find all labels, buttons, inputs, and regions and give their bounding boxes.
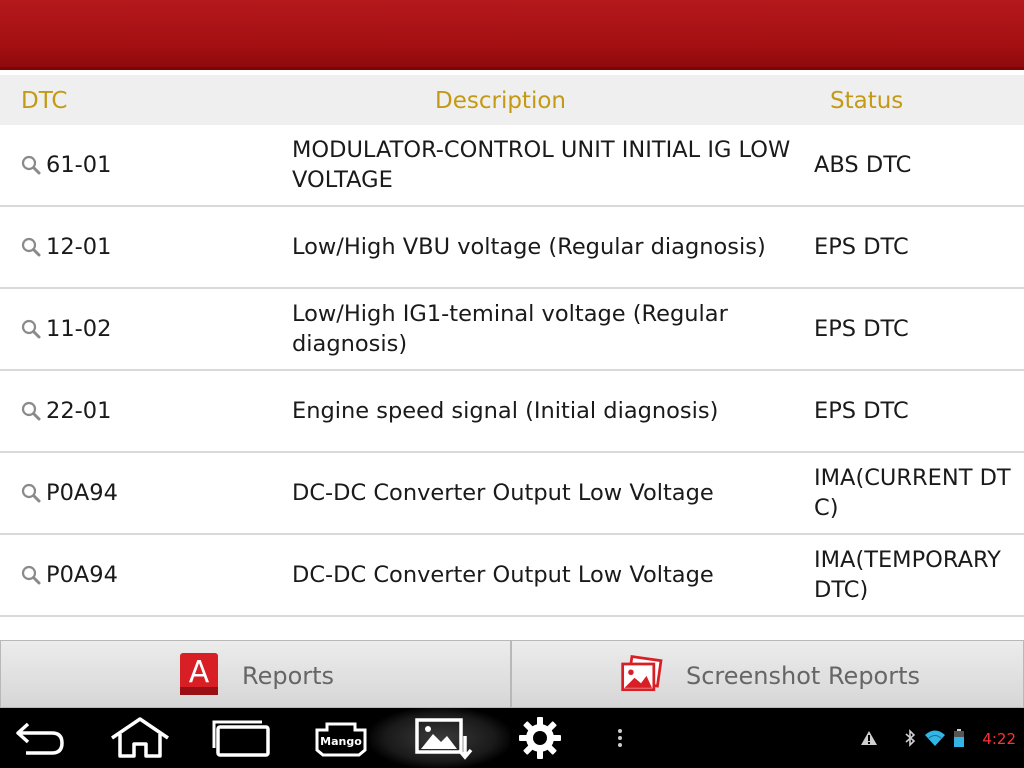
reports-button[interactable]: A Reports (0, 640, 511, 708)
overflow-menu-icon (618, 729, 622, 747)
back-icon (16, 722, 64, 755)
search-icon[interactable] (20, 482, 42, 504)
dtc-status: EPS DTC (814, 316, 909, 342)
search-icon[interactable] (20, 236, 42, 258)
dtc-status: EPS DTC (814, 398, 909, 424)
dtc-description: Low/High IG1-teminal voltage (Regular di… (292, 301, 728, 357)
table-row[interactable]: P0A94 DC-DC Converter Output Low Voltage I… (0, 535, 1024, 617)
recent-apps-button[interactable] (206, 708, 274, 768)
mango-app-button[interactable]: Mango (306, 708, 376, 768)
column-header-description: Description (435, 88, 566, 114)
dtc-status: EPS DTC (814, 234, 909, 260)
title-bar (0, 0, 1024, 70)
dtc-table: 61-01 MODULATOR-CONTROL UNIT INITIAL IG L… (0, 125, 1024, 617)
recent-apps-icon (212, 720, 270, 757)
screenshot-reports-label: Screenshot Reports (686, 662, 921, 690)
dtc-code-cell: 61-01 (20, 125, 280, 205)
dtc-code: 22-01 (46, 398, 112, 424)
warning-icon (861, 731, 877, 745)
column-header-status: Status (830, 88, 904, 114)
search-icon[interactable] (20, 400, 42, 422)
search-icon[interactable] (20, 154, 42, 176)
status-icons (860, 728, 964, 748)
dtc-code-cell: 22-01 (20, 371, 280, 451)
home-icon (111, 717, 169, 758)
reports-a-icon: A (180, 653, 218, 695)
dtc-code: 61-01 (46, 152, 112, 178)
search-icon[interactable] (20, 564, 42, 586)
search-icon[interactable] (20, 318, 42, 340)
table-row[interactable]: 61-01 MODULATOR-CONTROL UNIT INITIAL IG L… (0, 125, 1024, 207)
screenshot-reports-button[interactable]: Screenshot Reports (511, 640, 1024, 708)
wifi-icon (925, 730, 945, 746)
dtc-description: Engine speed signal (Initial diagnosis) (292, 398, 719, 424)
dtc-status: IMA(TEMPORARY DTC) (814, 547, 1001, 603)
dtc-code: P0A94 (46, 562, 118, 588)
dtc-code-cell: 12-01 (20, 207, 280, 287)
dtc-code: P0A94 (46, 480, 118, 506)
dtc-description: DC-DC Converter Output Low Voltage (292, 480, 714, 506)
battery-icon (954, 729, 964, 747)
bottom-action-bar: A Reports Screenshot Reports (0, 640, 1024, 708)
status-clock: 4:22 (982, 730, 1016, 748)
dtc-code: 11-02 (46, 316, 112, 342)
dtc-description: DC-DC Converter Output Low Voltage (292, 562, 714, 588)
dtc-code-cell: P0A94 (20, 453, 280, 533)
dtc-code-cell: 11-02 (20, 289, 280, 369)
dtc-code-cell: P0A94 (20, 535, 280, 615)
dtc-description: MODULATOR-CONTROL UNIT INITIAL IG LOW VO… (292, 137, 791, 193)
table-header: DTC Description Status (0, 75, 1024, 125)
settings-button[interactable] (512, 708, 568, 768)
dtc-code: 12-01 (46, 234, 112, 260)
table-row[interactable]: 12-01 Low/High VBU voltage (Regular diagn… (0, 207, 1024, 289)
dtc-status: IMA(CURRENT DTC) (814, 465, 1011, 521)
screenshot-icon (415, 718, 473, 760)
mango-app-icon: Mango (315, 722, 367, 757)
system-navigation-bar: Mango 4:22 (0, 708, 1024, 768)
dtc-status: ABS DTC (814, 152, 912, 178)
settings-icon (519, 717, 561, 759)
back-button[interactable] (8, 708, 72, 768)
table-row[interactable]: P0A94 DC-DC Converter Output Low Voltage I… (0, 453, 1024, 535)
table-row[interactable]: 11-02 Low/High IG1-teminal voltage (Regul… (0, 289, 1024, 371)
home-button[interactable] (104, 708, 176, 768)
svg-text:Mango: Mango (320, 735, 362, 748)
column-header-dtc: DTC (21, 88, 68, 114)
bluetooth-icon (905, 729, 916, 747)
table-row[interactable]: 22-01 Engine speed signal (Initial diagno… (0, 371, 1024, 453)
svg-text:A: A (189, 655, 210, 690)
dtc-report-screen: DTC Description Status 61-01 MODULATOR-CO… (0, 0, 1024, 768)
screenshot-button[interactable] (408, 708, 478, 768)
dtc-description: Low/High VBU voltage (Regular diagnosis) (292, 234, 766, 260)
overflow-menu-button[interactable] (608, 708, 632, 768)
screenshot-gallery-icon (621, 655, 663, 692)
reports-label: Reports (242, 662, 335, 690)
